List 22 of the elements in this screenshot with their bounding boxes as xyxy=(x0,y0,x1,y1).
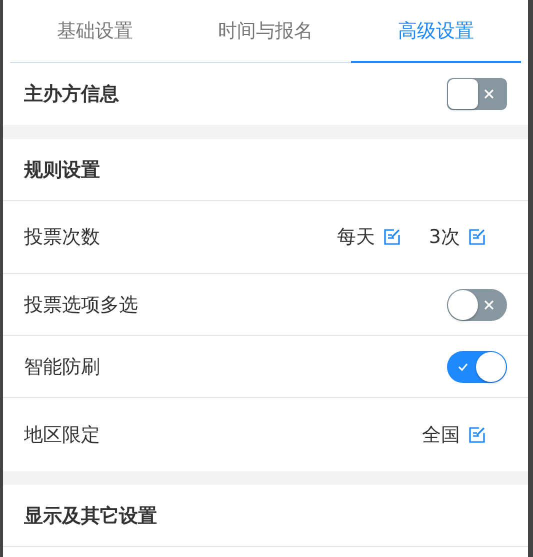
tab[interactable]: 高级设置 xyxy=(350,0,521,63)
close-icon xyxy=(483,298,495,310)
toggle-switch[interactable] xyxy=(447,288,507,320)
toggle-switch[interactable] xyxy=(447,350,507,382)
section-title: 规则设置 xyxy=(24,158,100,182)
row-label: 地区限定 xyxy=(24,422,100,448)
setting-value: 全国 xyxy=(422,422,460,448)
toggle-switch[interactable] xyxy=(447,78,507,110)
row-label: 投票选项多选 xyxy=(24,292,138,318)
section-title: 显示及其它设置 xyxy=(24,504,157,528)
check-icon xyxy=(457,360,469,372)
edit-icon[interactable] xyxy=(468,228,486,246)
close-icon xyxy=(483,88,495,100)
setting-value: 每天 xyxy=(336,225,375,250)
tab[interactable]: 基础设置 xyxy=(10,0,180,62)
edit-icon[interactable] xyxy=(468,426,486,444)
setting-value: 3次 xyxy=(428,225,460,250)
edit-icon[interactable] xyxy=(382,228,401,246)
row-label: 智能防刷 xyxy=(24,354,100,380)
row-label: 投票次数 xyxy=(24,225,100,250)
tab[interactable]: 时间与报名 xyxy=(180,0,351,62)
section-title: 主办方信息 xyxy=(24,82,119,107)
